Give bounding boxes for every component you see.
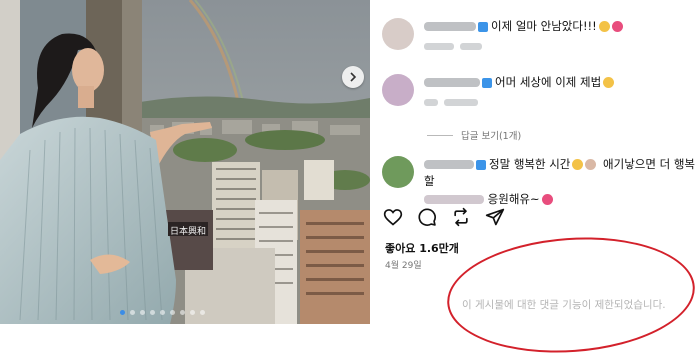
repost-icon xyxy=(454,207,468,227)
verified-badge-icon xyxy=(478,21,488,32)
post-action-bar xyxy=(382,206,506,228)
comment-meta-blurred xyxy=(424,38,623,50)
blurred-mention xyxy=(424,195,484,204)
avatar[interactable] xyxy=(382,18,414,50)
photo-illustration xyxy=(0,0,370,324)
view-replies-label: 답글 보기(1개) xyxy=(461,131,522,142)
carousel-dot xyxy=(160,310,165,315)
avatar[interactable] xyxy=(382,74,414,106)
carousel-indicator xyxy=(120,310,205,315)
heart-emoji xyxy=(611,21,623,32)
carousel-dot xyxy=(180,310,185,315)
comment-text-line2: 응원해유~ xyxy=(487,192,540,206)
carousel-dot xyxy=(130,310,135,315)
comment-icon xyxy=(418,208,436,226)
photo-bottom-margin xyxy=(0,324,370,356)
carousel-next-button[interactable] xyxy=(342,66,364,88)
comment-button[interactable] xyxy=(416,206,438,228)
post-date: 4월 29일 xyxy=(385,261,422,271)
share-button[interactable] xyxy=(484,206,506,228)
comments-disabled-notice: 이 게시물에 대한 댓글 기능이 제한되었습니다. xyxy=(462,299,666,311)
avatar[interactable] xyxy=(382,156,414,188)
comment-item: 정말 행복한 시간 애기낳으면 더 행복할 응원해유~ xyxy=(382,156,700,208)
comments-list: 이제 얼마 안남았다!!! 어머 세상에 이제 제법 답글 보기(1개) 정말 … xyxy=(372,0,700,206)
carousel-dot xyxy=(120,310,125,315)
post-photo[interactable]: 日本興和 xyxy=(0,0,370,324)
carousel-dot xyxy=(140,310,145,315)
comment-text: 이제 얼마 안남았다!!! xyxy=(491,19,597,33)
replies-divider xyxy=(427,134,453,136)
comment-text: 정말 행복한 시간 xyxy=(489,157,571,171)
comment-item: 어머 세상에 이제 제법 xyxy=(382,74,615,106)
highlight-ellipse xyxy=(443,229,699,356)
view-replies-link[interactable]: 답글 보기(1개) xyxy=(427,128,521,142)
comment-text: 어머 세상에 이제 제법 xyxy=(495,75,602,89)
username-blurred[interactable] xyxy=(424,160,474,169)
comment-meta-blurred xyxy=(424,94,614,106)
like-button[interactable] xyxy=(382,206,404,228)
rabbit-emoji xyxy=(585,159,597,170)
building-sign-text: 日本興和 xyxy=(170,227,207,237)
carousel-dot xyxy=(150,310,155,315)
instagram-post-screenshot: 日本興和 이제 얼마 안남았다!!! 어머 세상에 이제 제법 답글 보기(1개… xyxy=(0,0,700,356)
heart-icon xyxy=(383,209,403,226)
carousel-dot xyxy=(200,310,205,315)
hugging-face-emoji xyxy=(603,77,615,88)
like-count[interactable]: 좋아요 1.6만개 xyxy=(385,240,459,256)
carousel-dot xyxy=(190,310,195,315)
hugging-face-emoji xyxy=(598,21,610,32)
hugging-face-emoji xyxy=(572,159,584,170)
verified-badge-icon xyxy=(476,159,486,170)
heart-emoji xyxy=(541,194,553,205)
username-blurred[interactable] xyxy=(424,22,476,31)
username-blurred[interactable] xyxy=(424,78,480,87)
comment-item: 이제 얼마 안남았다!!! xyxy=(382,18,623,50)
carousel-dot xyxy=(170,310,175,315)
verified-badge-icon xyxy=(482,77,492,88)
chevron-right-icon xyxy=(350,72,357,82)
share-icon xyxy=(485,208,505,226)
repost-button[interactable] xyxy=(450,206,472,228)
